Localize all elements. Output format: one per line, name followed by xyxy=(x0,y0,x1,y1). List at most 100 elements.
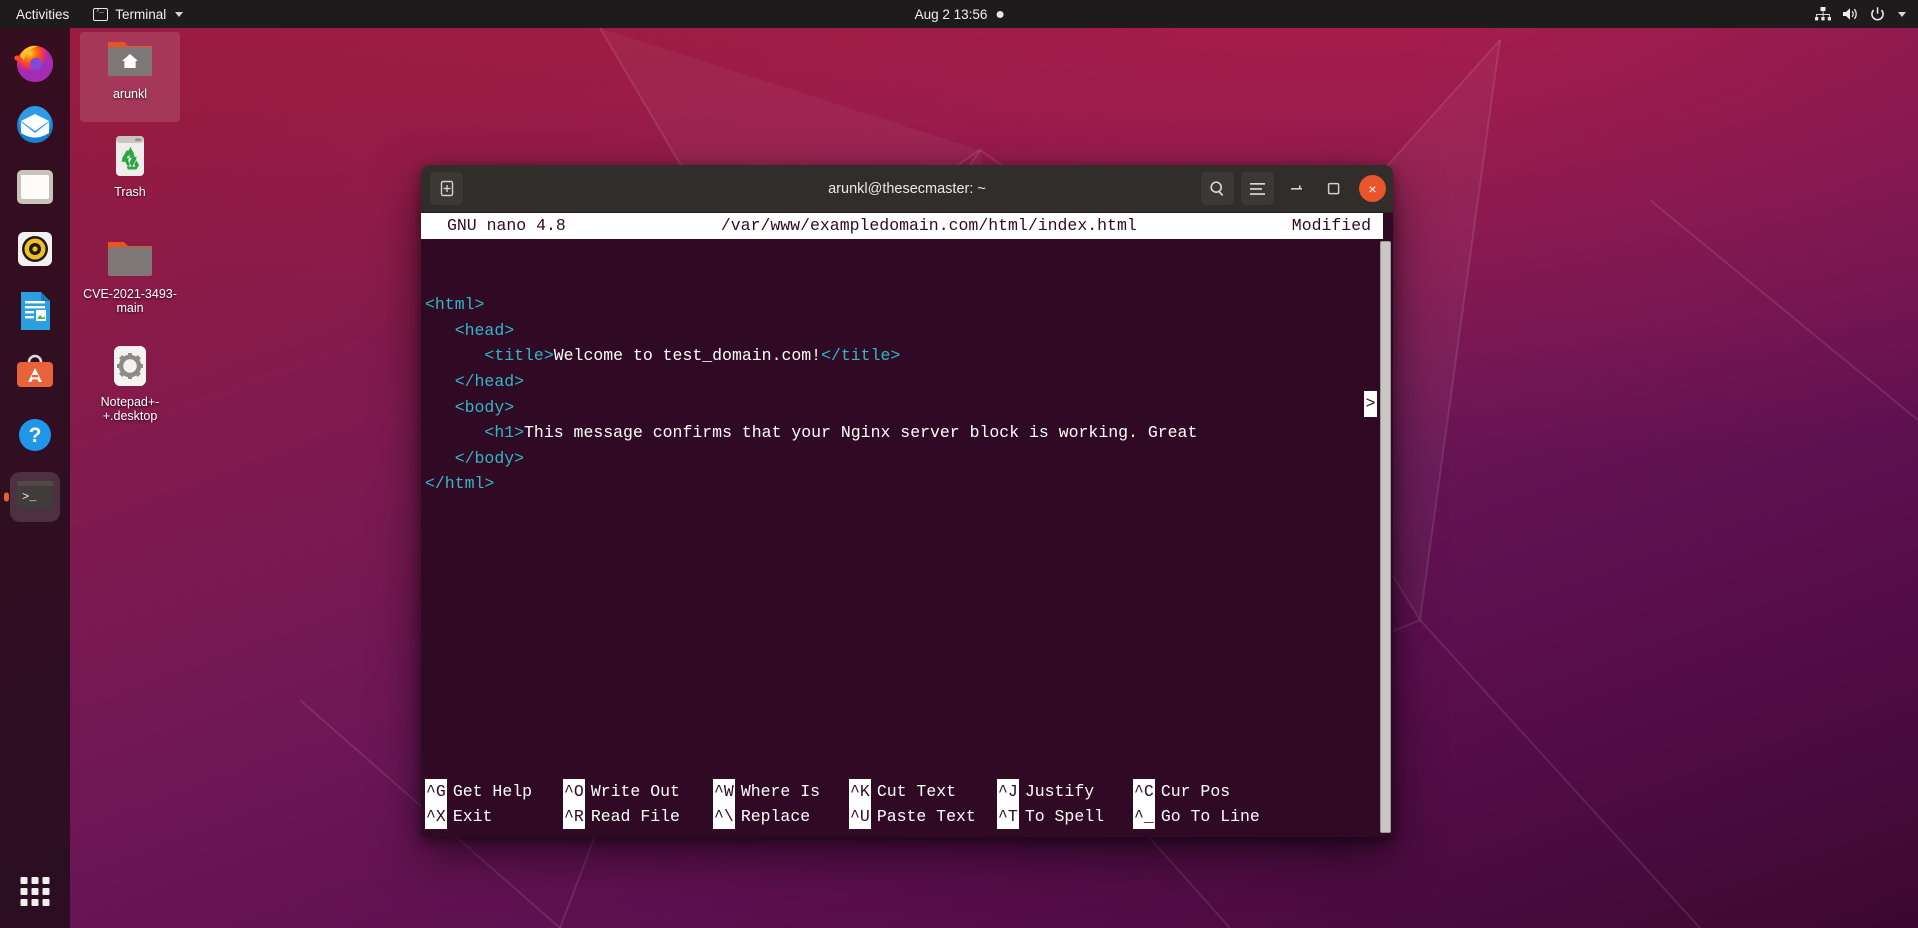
shortcut-item[interactable]: ^C Cur Pos xyxy=(1133,778,1283,805)
shortcut-item[interactable]: ^U Paste Text xyxy=(849,803,997,830)
shortcut-item[interactable]: ^O Write Out xyxy=(563,778,713,805)
nano-header-bar: GNU nano 4.8 /var/www/exampledomain.com/… xyxy=(421,213,1383,239)
shortcut-label: Read File xyxy=(590,806,680,826)
shortcut-item[interactable]: ^J Justify xyxy=(997,778,1133,805)
shortcut-item[interactable]: ^K Cut Text xyxy=(849,778,997,805)
home-folder-icon xyxy=(80,32,180,84)
shortcut-key: ^_ xyxy=(1133,803,1155,830)
dock-item-files[interactable] xyxy=(10,162,60,212)
help-icon: ? xyxy=(19,419,51,451)
minimize-icon[interactable] xyxy=(1281,174,1311,204)
grid-dot xyxy=(42,877,50,884)
ubuntu-software-icon xyxy=(17,354,53,387)
html-tag: <title> xyxy=(484,346,554,366)
code-line: <head> xyxy=(421,318,1393,344)
system-top-bar: Activities Terminal Aug 2 13:56 xyxy=(0,0,1918,28)
grid-dot xyxy=(20,877,28,884)
shortcut-item[interactable]: ^R Read File xyxy=(563,803,713,830)
shortcut-label: Justify xyxy=(1024,781,1095,801)
shortcut-item[interactable]: ^_ Go To Line xyxy=(1133,803,1283,830)
code-line: <title>Welcome to test_domain.com!</titl… xyxy=(421,343,1393,369)
close-icon[interactable]: × xyxy=(1359,175,1386,202)
hamburger-menu-icon[interactable] xyxy=(1241,172,1274,205)
shortcut-column: ^G Get Help ^X Exit xyxy=(425,778,563,830)
desktop-icon-label: Trash xyxy=(114,185,146,199)
html-tag: </head> xyxy=(454,371,525,391)
dock-item-ubuntu-software[interactable] xyxy=(10,348,60,398)
desktop-icon-label: Notepad+-+.desktop xyxy=(100,395,160,423)
code-line: <body> xyxy=(421,395,1393,421)
clock-button[interactable]: Aug 2 13:56 xyxy=(915,7,1004,22)
shortcut-key: ^U xyxy=(849,803,871,830)
dock-item-firefox[interactable] xyxy=(10,38,60,88)
show-applications-button[interactable] xyxy=(20,877,50,906)
system-tray[interactable] xyxy=(1815,6,1906,22)
grid-dot xyxy=(31,899,39,906)
network-icon xyxy=(1815,7,1831,21)
app-menu-label: Terminal xyxy=(115,6,167,22)
shortcut-item[interactable]: ^W Where Is xyxy=(713,778,849,805)
shortcut-item[interactable]: ^X Exit xyxy=(425,803,563,830)
shortcut-column: ^O Write Out ^R Read File xyxy=(563,778,713,830)
code-text: Welcome to test_domain.com! xyxy=(553,346,822,366)
shortcut-item[interactable]: ^T To Spell xyxy=(997,803,1133,830)
shortcut-label: Exit xyxy=(452,806,493,826)
terminal-icon xyxy=(93,6,109,21)
maximize-icon[interactable] xyxy=(1318,174,1348,204)
dock-item-libreoffice-writer[interactable] xyxy=(10,286,60,336)
activities-button[interactable]: Activities xyxy=(0,7,83,22)
code-line: </head> xyxy=(421,369,1393,395)
window-titlebar[interactable]: arunkl@thesecmaster: ~ × xyxy=(421,165,1393,213)
shortcut-key: ^X xyxy=(425,803,447,830)
desktop-icon-trash[interactable]: Trash xyxy=(80,130,180,220)
desktop-icon-cve-folder[interactable]: CVE-2021-3493-main xyxy=(80,232,180,337)
clock-label: Aug 2 13:56 xyxy=(914,6,988,22)
line-continuation-marker: > xyxy=(1364,391,1377,417)
shortcut-label: Write Out xyxy=(590,781,680,801)
desktop-icon-label: CVE-2021-3493-main xyxy=(83,287,177,315)
shortcut-key: ^\ xyxy=(713,803,735,830)
code-line: <h1>This message confirms that your Ngin… xyxy=(421,420,1393,446)
grid-dot xyxy=(20,899,28,906)
dock-item-rhythmbox[interactable] xyxy=(10,224,60,274)
grid-dot xyxy=(31,888,39,895)
desktop-icon-home[interactable]: arunkl xyxy=(80,32,180,122)
shortcut-key: ^C xyxy=(1133,778,1155,805)
svg-text:>_: >_ xyxy=(22,490,37,504)
nano-text-area[interactable]: <html> <head> <title>Welcome to test_dom… xyxy=(421,239,1393,779)
code-line: </body> xyxy=(421,446,1393,472)
notification-indicator-icon xyxy=(996,10,1004,18)
shortcut-label: Paste Text xyxy=(876,806,976,826)
html-tag: <head> xyxy=(454,320,515,340)
desktop-icon-notepadpp-desktop[interactable]: Notepad+-+.desktop xyxy=(80,340,180,445)
code-line: </html> xyxy=(421,471,1393,497)
nano-editor: GNU nano 4.8 /var/www/exampledomain.com/… xyxy=(421,213,1393,837)
grid-dot xyxy=(20,888,28,895)
app-menu-terminal[interactable]: Terminal xyxy=(83,6,193,22)
shortcut-column: ^W Where Is ^\ Replace xyxy=(713,778,849,830)
dock-item-thunderbird[interactable] xyxy=(10,100,60,150)
dock-item-help[interactable]: ? xyxy=(10,410,60,460)
chevron-down-icon xyxy=(1898,11,1906,17)
shortcut-key: ^O xyxy=(563,778,585,805)
shortcut-key: ^K xyxy=(849,778,871,805)
dock-item-terminal[interactable]: >_ xyxy=(10,472,60,522)
search-icon[interactable] xyxy=(1201,172,1234,205)
nano-shortcut-bar: ^G Get Help ^X Exit ^O Write Out ^R Read File ^W… xyxy=(421,778,1393,837)
shortcut-label: Replace xyxy=(740,806,811,826)
shortcut-key: ^T xyxy=(997,803,1019,830)
shortcut-item[interactable]: ^G Get Help xyxy=(425,778,563,805)
nano-filepath: /var/www/exampledomain.com/html/index.ht… xyxy=(720,216,1137,236)
vertical-scrollbar[interactable] xyxy=(1380,241,1391,833)
shortcut-label: Get Help xyxy=(452,781,533,801)
shortcut-column: ^J Justify ^T To Spell xyxy=(997,778,1133,830)
svg-text:?: ? xyxy=(29,424,42,447)
chevron-down-icon xyxy=(175,11,184,17)
new-tab-icon[interactable] xyxy=(430,172,463,205)
shortcut-item[interactable]: ^\ Replace xyxy=(713,803,849,830)
html-tag: <html> xyxy=(425,295,485,315)
grid-dot xyxy=(42,888,50,895)
